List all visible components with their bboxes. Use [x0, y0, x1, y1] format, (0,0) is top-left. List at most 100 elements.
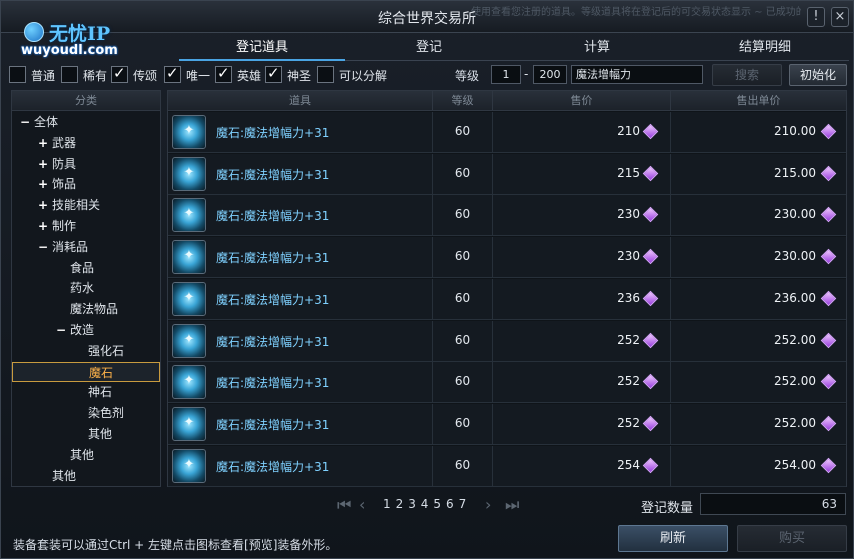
table-header: 道具 等级 售价 售出单价	[168, 91, 846, 111]
page-number[interactable]: 2	[396, 497, 404, 511]
magic-stone-icon[interactable]: ✦	[172, 323, 206, 358]
reset-button[interactable]: 初始化	[789, 64, 847, 86]
checkbox-normal[interactable]	[9, 66, 26, 83]
header-item[interactable]: 道具	[168, 91, 433, 111]
close-button[interactable]: ×	[831, 7, 849, 27]
tab-calculate[interactable]: 计算	[513, 37, 681, 61]
refresh-button[interactable]: 刷新	[618, 525, 728, 552]
unit-price-cell: 254.00	[671, 446, 846, 487]
level-min-input[interactable]: 1	[491, 65, 521, 84]
page-number[interactable]: 4	[421, 497, 429, 511]
item-unit-price: 254.00	[774, 457, 816, 472]
tree-item[interactable]: 其他	[12, 424, 160, 444]
tree-item[interactable]: − 消耗品	[12, 237, 160, 257]
last-page-icon[interactable]: ⏭	[505, 495, 519, 515]
tree-item[interactable]: 魔石	[12, 361, 160, 382]
first-page-icon[interactable]: ⏮	[337, 495, 351, 515]
item-name: 魔石:魔法增幅力+31	[216, 251, 330, 266]
magic-stone-icon[interactable]: ✦	[172, 240, 206, 275]
expand-icon[interactable]: +	[38, 154, 52, 174]
header-price[interactable]: 售价	[493, 91, 671, 111]
table-row[interactable]: ✦ 魔石:魔法增幅力+31 60 254 254.00	[168, 445, 846, 487]
expand-icon[interactable]: +	[38, 195, 52, 215]
item-level: 60	[454, 332, 471, 347]
expand-icon[interactable]: +	[38, 174, 52, 194]
tree-item[interactable]: 强化石	[12, 341, 160, 361]
tree-item[interactable]: 染色剂	[12, 403, 160, 423]
tree-item[interactable]: 神石	[12, 382, 160, 402]
checkbox-hero[interactable]: ✓	[215, 64, 232, 83]
tree-item[interactable]: + 防具	[12, 154, 160, 174]
tab-settlement[interactable]: 结算明细	[681, 37, 849, 61]
tree-item[interactable]: + 饰品	[12, 174, 160, 194]
page-number[interactable]: 5	[433, 497, 441, 511]
collapse-icon[interactable]: −	[20, 112, 34, 132]
tree-item[interactable]: 其他	[12, 466, 160, 486]
count-label: 登记数量	[641, 501, 694, 516]
help-button[interactable]: !	[807, 7, 825, 27]
magic-stone-icon[interactable]: ✦	[172, 198, 206, 233]
expand-icon[interactable]: +	[38, 133, 52, 153]
buy-button[interactable]: 购买	[737, 525, 847, 552]
magic-stone-icon[interactable]: ✦	[172, 156, 206, 191]
next-page-icon[interactable]: ›	[485, 495, 491, 514]
checkbox-unique[interactable]: ✓	[164, 64, 181, 83]
magic-stone-icon[interactable]: ✦	[172, 281, 206, 316]
checkbox-label-legend: 传颂	[133, 69, 158, 83]
header-level[interactable]: 等级	[433, 91, 493, 111]
level-dash: -	[524, 67, 529, 81]
collapse-icon[interactable]: −	[56, 320, 70, 340]
search-button[interactable]: 搜索	[712, 64, 782, 86]
checkbox-label-hero: 英雄	[237, 69, 262, 83]
magic-stone-icon[interactable]: ✦	[172, 115, 206, 149]
magic-stone-icon[interactable]: ✦	[172, 406, 206, 441]
page-number[interactable]: 3	[408, 497, 416, 511]
table-row[interactable]: ✦ 魔石:魔法增幅力+31 60 230 230.00	[168, 195, 846, 237]
tree-item[interactable]: 食品	[12, 258, 160, 278]
table-row[interactable]: ✦ 魔石:魔法增幅力+31 60 215 215.00	[168, 153, 846, 195]
table-row[interactable]: ✦ 魔石:魔法增幅力+31 60 252 252.00	[168, 403, 846, 445]
table-row[interactable]: ✦ 魔石:魔法增幅力+31 60 252 252.00	[168, 362, 846, 404]
tree-item[interactable]: + 制作	[12, 216, 160, 236]
table-row[interactable]: ✦ 魔石:魔法增幅力+31 60 236 236.00	[168, 278, 846, 320]
item-level: 60	[454, 249, 471, 264]
page-number[interactable]: 6	[446, 497, 454, 511]
checkbox-legend[interactable]: ✓	[111, 64, 128, 83]
checkbox-divine[interactable]: ✓	[265, 64, 282, 83]
magic-stone-icon[interactable]: ✦	[172, 448, 206, 483]
checkbox-decomposable[interactable]	[317, 66, 334, 83]
item-unit-price: 236.00	[774, 290, 816, 305]
tree-item[interactable]: − 改造	[12, 320, 160, 340]
tab-registered-items[interactable]: 登记道具	[179, 37, 345, 61]
checkmark-icon: ✓	[217, 64, 230, 82]
magic-stone-icon[interactable]: ✦	[172, 365, 206, 400]
tree-item[interactable]: 其他	[12, 445, 160, 465]
item-cell: ✦ 魔石:魔法增幅力+31	[168, 320, 433, 362]
level-max-input[interactable]: 200	[533, 65, 567, 84]
item-level: 60	[454, 415, 471, 430]
price-cell: 254	[493, 445, 671, 487]
filter-row: 普通 稀有 ✓ 传颂 ✓ 唯一 ✓ 英雄 ✓ 神圣 可以分解 等级 1 - 20…	[9, 64, 847, 86]
price-cell: 252	[493, 403, 671, 445]
header-unit-price[interactable]: 售出单价	[671, 91, 846, 111]
expand-icon[interactable]: +	[38, 216, 52, 236]
page-number[interactable]: 7	[459, 497, 467, 511]
tree-item[interactable]: + 技能相关	[12, 195, 160, 215]
tab-register[interactable]: 登记	[345, 37, 513, 61]
tree-item-label: 其他	[88, 427, 113, 441]
search-input[interactable]: 魔法增幅力	[571, 65, 703, 84]
prev-page-icon[interactable]: ‹	[359, 495, 365, 514]
checkbox-label-divine: 神圣	[287, 69, 312, 83]
page-number[interactable]: 1	[383, 497, 391, 511]
table-row[interactable]: ✦ 魔石:魔法增幅力+31 60 210 210.00	[168, 112, 846, 153]
item-price: 254	[617, 457, 640, 472]
checkbox-rare[interactable]	[61, 66, 78, 83]
item-price: 252	[617, 332, 640, 347]
tree-item[interactable]: 魔法物品	[12, 299, 160, 319]
table-row[interactable]: ✦ 魔石:魔法增幅力+31 60 230 230.00	[168, 237, 846, 279]
tree-item[interactable]: 药水	[12, 278, 160, 298]
tree-item[interactable]: − 全体	[12, 112, 160, 132]
tree-item[interactable]: + 武器	[12, 133, 160, 153]
table-row[interactable]: ✦ 魔石:魔法增幅力+31 60 252 252.00	[168, 320, 846, 362]
collapse-icon[interactable]: −	[38, 237, 52, 257]
